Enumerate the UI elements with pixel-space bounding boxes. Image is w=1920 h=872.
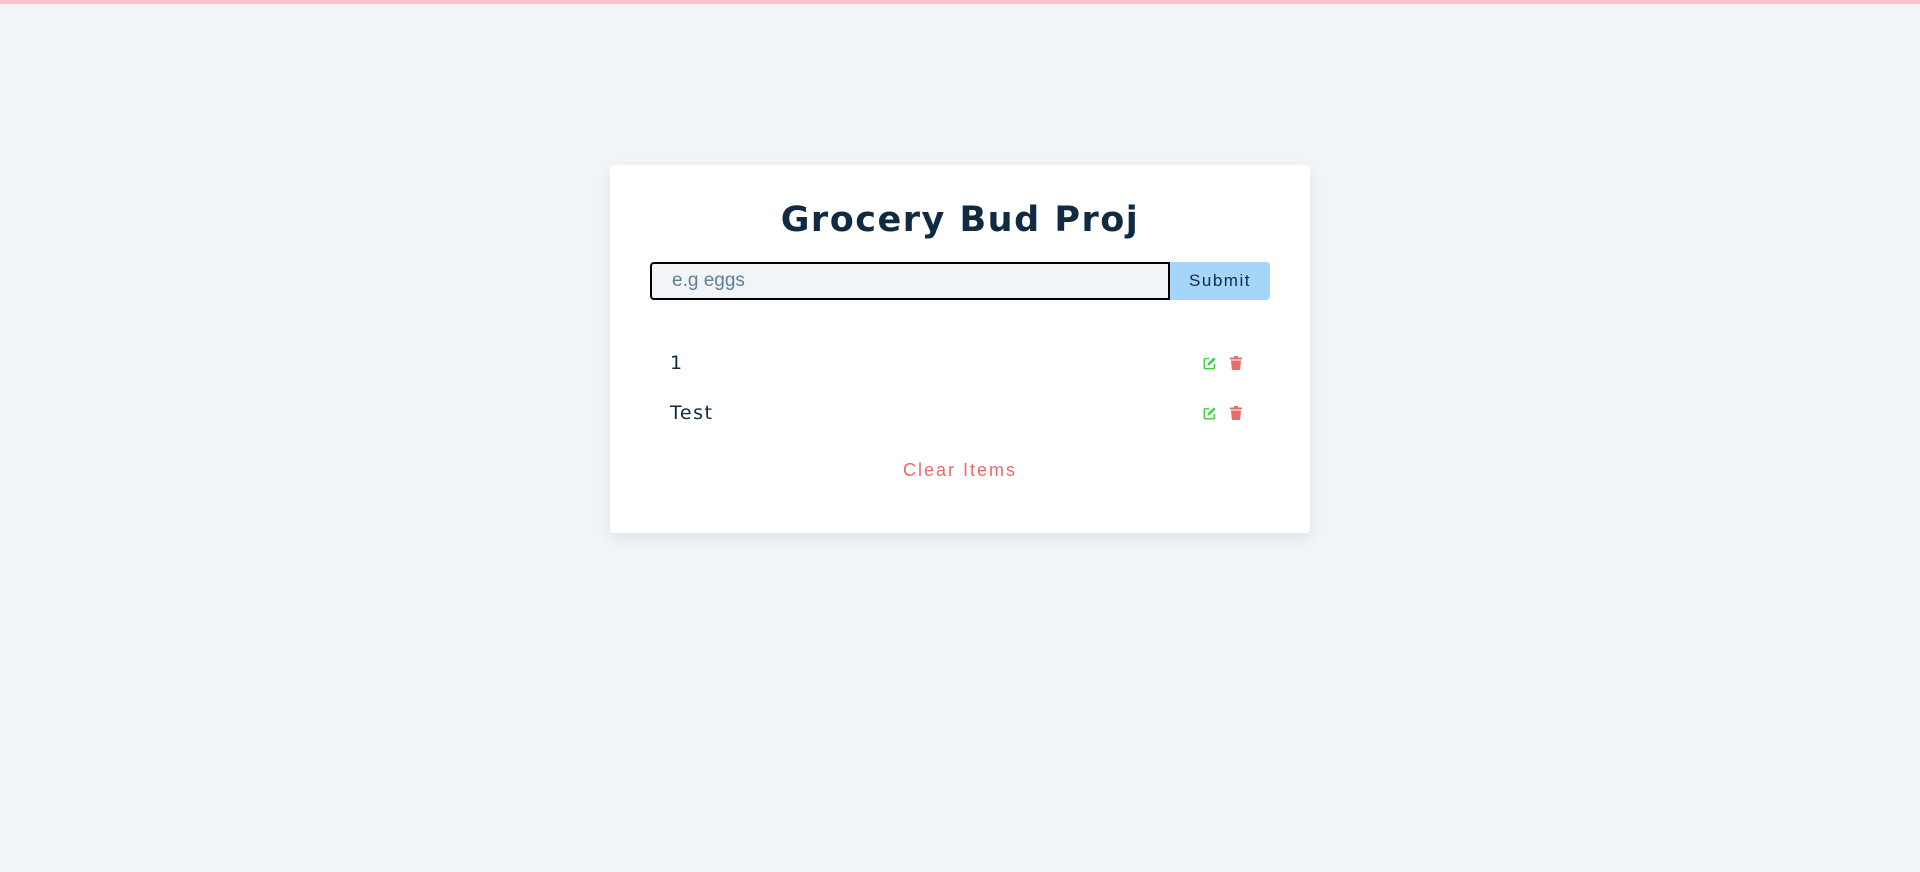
top-border bbox=[0, 0, 1920, 4]
trash-icon bbox=[1230, 355, 1242, 370]
grocery-card: Grocery Bud Proj Submit 1 bbox=[610, 165, 1310, 533]
edit-button[interactable] bbox=[1201, 404, 1219, 422]
list-item: Test bbox=[650, 388, 1270, 438]
list-item: 1 bbox=[650, 338, 1270, 388]
edit-icon bbox=[1203, 406, 1216, 419]
item-actions bbox=[1201, 354, 1245, 372]
item-title: 1 bbox=[670, 351, 684, 374]
item-actions bbox=[1201, 404, 1245, 422]
page-title: Grocery Bud Proj bbox=[780, 200, 1140, 240]
grocery-list: 1 Test bbox=[650, 338, 1270, 438]
grocery-form: Submit bbox=[650, 261, 1270, 300]
delete-button[interactable] bbox=[1227, 404, 1245, 422]
edit-button[interactable] bbox=[1201, 354, 1219, 372]
submit-button[interactable]: Submit bbox=[1170, 261, 1270, 300]
item-input[interactable] bbox=[650, 261, 1170, 300]
trash-icon bbox=[1230, 405, 1242, 420]
edit-icon bbox=[1203, 356, 1216, 369]
item-title: Test bbox=[670, 401, 714, 424]
clear-items-button[interactable]: Clear Items bbox=[903, 460, 1017, 481]
delete-button[interactable] bbox=[1227, 354, 1245, 372]
